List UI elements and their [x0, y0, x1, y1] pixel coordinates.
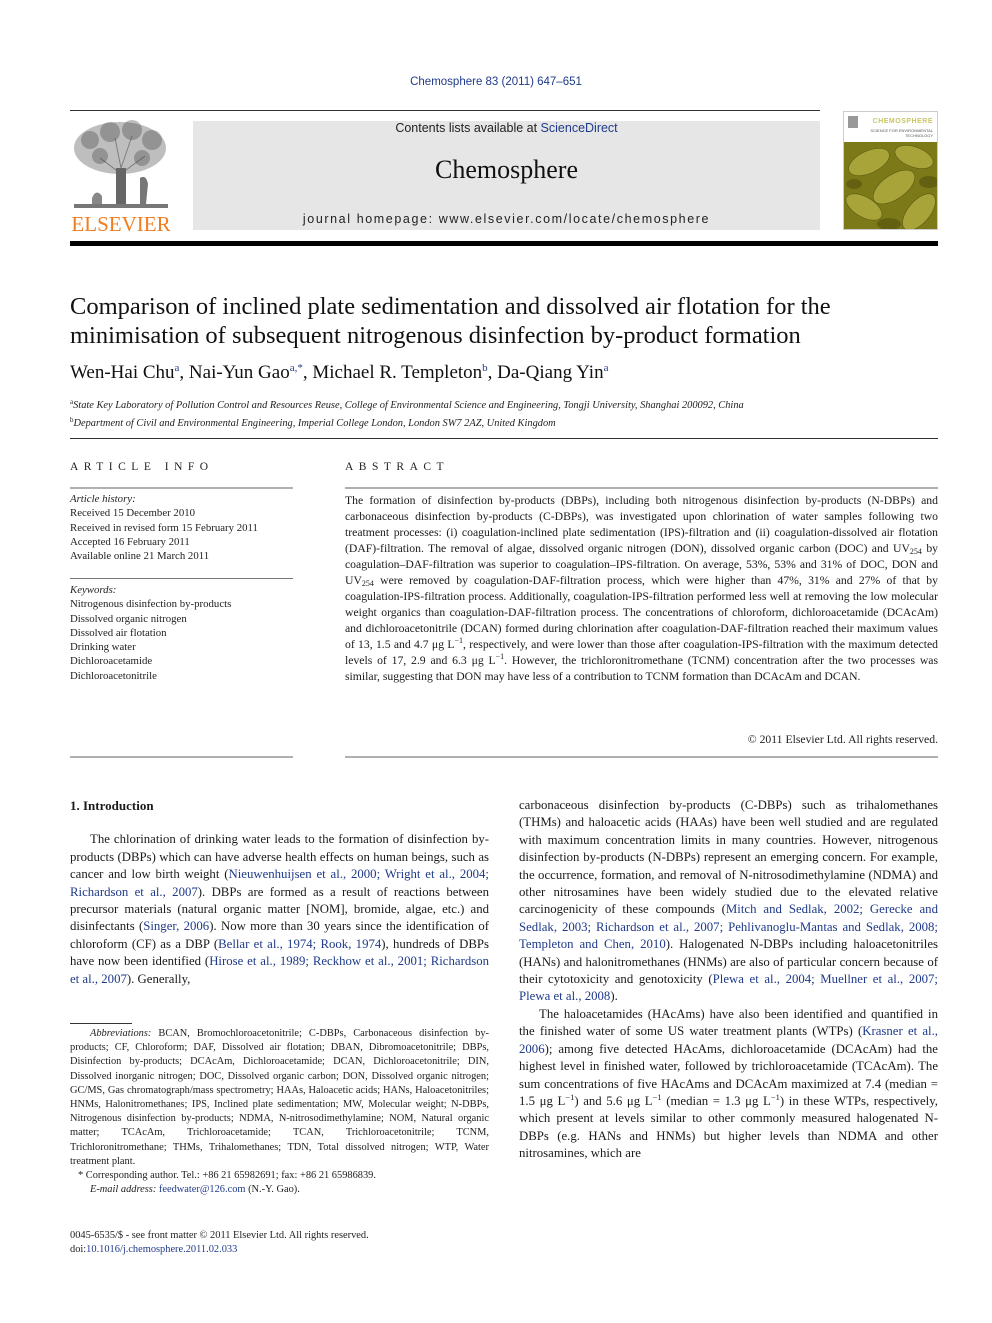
article-title: Comparison of inclined plate sedimentati…: [70, 293, 831, 349]
journal-name: Chemosphere: [435, 155, 578, 184]
doi-link[interactable]: 10.1016/j.chemosphere.2011.02.033: [86, 1244, 237, 1255]
article-info-heading: ARTICLE INFO: [70, 461, 214, 473]
keyword: Drinking water: [70, 641, 136, 654]
tree-icon: [74, 120, 168, 208]
divider: [345, 756, 938, 758]
divider: [345, 487, 938, 489]
author-list: Wen-Hai Chua, Nai-Yun Gaoa,*, Michael R.…: [70, 362, 609, 383]
divider: [70, 756, 293, 758]
doi-line: doi:10.1016/j.chemosphere.2011.02.033: [70, 1244, 238, 1256]
issn-doi-block: 0045-6535/$ - see front matter © 2011 El…: [70, 1229, 489, 1257]
history-item: Available online 21 March 2011: [70, 550, 210, 563]
author[interactable]: Michael R. Templetonb: [312, 362, 487, 383]
keywords-label: Keywords:: [70, 584, 117, 596]
history-label: Article history:: [70, 493, 136, 505]
paragraph: The chlorination of drinking water leads…: [70, 832, 490, 986]
divider: [70, 578, 293, 579]
affiliations: aState Key Laboratory of Pollution Contr…: [70, 395, 940, 431]
leaves-icon: [844, 142, 937, 229]
author[interactable]: Da-Qiang Yina: [497, 362, 608, 383]
affiliation: bDepartment of Civil and Environmental E…: [70, 416, 556, 429]
article-history: Article history: Received 15 December 20…: [70, 492, 295, 563]
citation-link[interactable]: Bellar et al., 1974; Rook, 1974: [218, 937, 381, 951]
cover-title: CHEMOSPHERE: [872, 118, 933, 125]
issn-line: 0045-6535/$ - see front matter © 2011 El…: [70, 1230, 369, 1241]
cover-subtitle: SCIENCE FOR ENVIRONMENTAL TECHNOLOGY: [870, 128, 933, 138]
header-rule: [70, 110, 820, 111]
divider: [70, 438, 938, 439]
contents-prefix: Contents lists available at: [395, 121, 541, 135]
abstract-text: The formation of disinfection by-product…: [345, 494, 939, 683]
citation-link[interactable]: Singer, 2006: [143, 919, 209, 933]
keywords: Keywords: Nitrogenous disinfection by-pr…: [70, 583, 295, 683]
footnote-rule: [70, 1023, 132, 1024]
header-thick-rule: [70, 241, 938, 246]
keyword: Dichloroacetamide: [70, 655, 153, 668]
keyword: Dichloroacetonitrile: [70, 669, 157, 682]
section-heading: 1. Introduction: [70, 798, 154, 813]
affiliation: aState Key Laboratory of Pollution Contr…: [70, 398, 744, 411]
cover-publisher-badge: [848, 116, 858, 128]
body-column-right: carbonaceous disinfection by-products (C…: [519, 797, 938, 1163]
history-item: Received 15 December 2010: [70, 507, 196, 520]
history-item: Accepted 16 February 2011: [70, 535, 190, 548]
paragraph: The haloacetamides (HAcAms) have also be…: [519, 1006, 938, 1161]
paragraph: carbonaceous disinfection by-products (C…: [519, 798, 938, 1004]
keyword: Dissolved organic nitrogen: [70, 612, 187, 625]
affiliation-mark[interactable]: a,*: [290, 362, 303, 374]
journal-homepage[interactable]: journal homepage: www.elsevier.com/locat…: [193, 212, 820, 226]
abstract-heading: ABSTRACT: [345, 461, 450, 473]
journal-masthead: Contents lists available at ScienceDirec…: [193, 121, 820, 230]
journal-cover-image: CHEMOSPHERE SCIENCE FOR ENVIRONMENTAL TE…: [843, 111, 938, 230]
body-column-left: 1. Introduction The chlorination of drin…: [70, 797, 489, 988]
abstract-copyright: © 2011 Elsevier Ltd. All rights reserved…: [747, 733, 938, 746]
contents-line: Contents lists available at ScienceDirec…: [193, 121, 820, 135]
journal-citation-link[interactable]: Chemosphere 83 (2011) 647–651: [0, 76, 992, 88]
divider: [70, 487, 293, 489]
email-link[interactable]: feedwater@126.com: [159, 1184, 246, 1195]
email-footnote: E-mail address: feedwater@126.com (N.-Y.…: [90, 1184, 300, 1196]
keyword: Dissolved air flotation: [70, 626, 167, 639]
author[interactable]: Wen-Hai Chua: [70, 362, 179, 383]
abbreviations-footnote: Abbreviations: BCAN, Bromochloroacetonit…: [70, 1028, 489, 1167]
sciencedirect-link[interactable]: ScienceDirect: [541, 121, 618, 135]
elsevier-wordmark: ELSEVIER: [71, 212, 171, 236]
history-item: Received in revised form 15 February 201…: [70, 521, 258, 534]
affiliation-mark[interactable]: a: [604, 362, 609, 374]
corresponding-author-footnote: * Corresponding author. Tel.: +86 21 659…: [78, 1170, 376, 1182]
footnotes: Abbreviations: BCAN, Bromochloroacetonit…: [70, 1027, 489, 1197]
keyword: Nitrogenous disinfection by-products: [70, 598, 232, 611]
author[interactable]: Nai-Yun Gaoa,*: [189, 362, 303, 383]
